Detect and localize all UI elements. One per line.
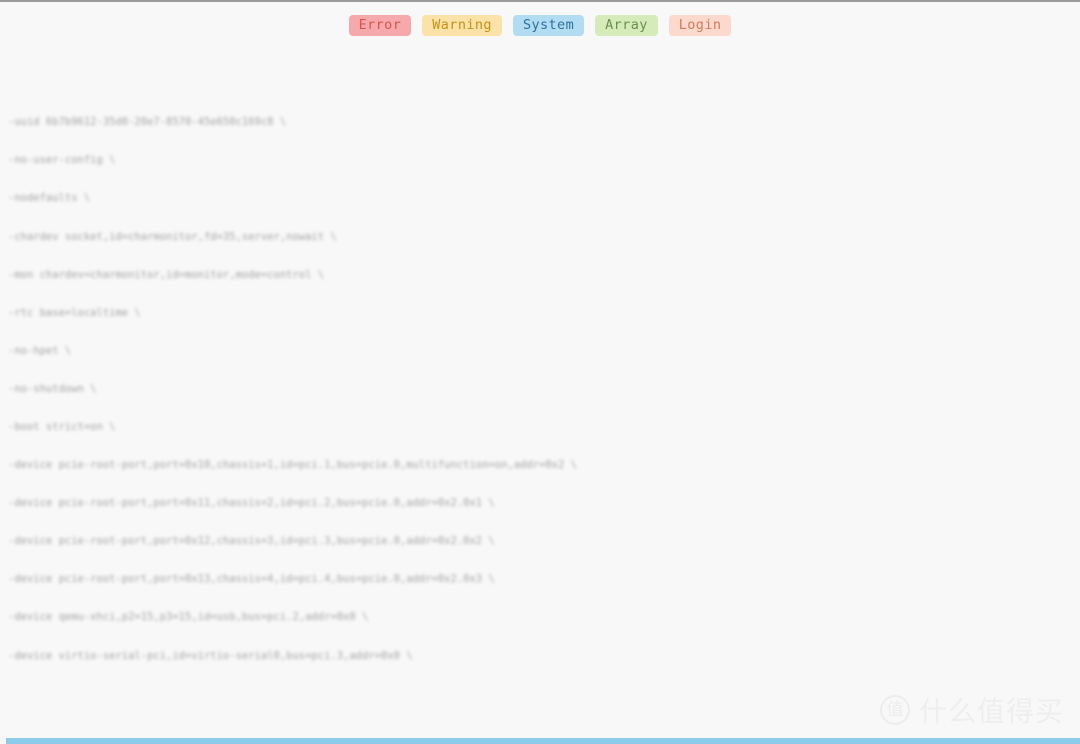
filter-badge-array[interactable]: Array — [595, 15, 658, 36]
log-line: -no-hpet \ — [8, 344, 72, 357]
watermark: 值 什么值得买 — [879, 690, 1064, 730]
log-line: -device qemu-xhci,p2=15,p3=15,id=usb,bus… — [8, 611, 369, 624]
log-line: -device pcie-root-port,port=0x10,chassis… — [8, 459, 577, 472]
log-line: -device pcie-root-port,port=0x13,chassis… — [8, 573, 495, 586]
filter-badge-system[interactable]: System — [512, 15, 585, 36]
log-highlight-block-1[interactable]: -blockdev {"driver":"file","filename":"/… — [6, 738, 1080, 744]
watermark-text: 什么值得买 — [918, 695, 1064, 728]
log-line: -chardev socket,id=charmonitor,fd=35,ser… — [8, 230, 337, 243]
log-viewer-page: Error Warning System Array Login -uuid 6… — [0, 0, 1080, 744]
log-line: -nodefaults \ — [8, 192, 91, 205]
log-line: -device pcie-root-port,port=0x12,chassis… — [8, 535, 495, 548]
log-line: -device virtio-serial-pci,id=virtio-seri… — [8, 649, 413, 662]
log-line: -no-shutdown \ — [8, 382, 97, 395]
log-section-qemu-args: -uuid 6b7b9612-35d0-20e7-8570-45e650c169… — [6, 91, 1080, 688]
filter-badge-warning[interactable]: Warning — [422, 15, 502, 36]
log-line: -mon chardev=charmonitor,id=monitor,mode… — [8, 268, 325, 281]
log-line: -rtc base=localtime \ — [8, 306, 141, 319]
log-line: -device pcie-root-port,port=0x11,chassis… — [8, 497, 495, 510]
filter-badge-error[interactable]: Error — [348, 15, 412, 36]
log-line: -uuid 6b7b9612-35d0-20e7-8570-45e650c169… — [8, 116, 287, 129]
log-filter-bar: Error Warning System Array Login — [0, 2, 1080, 40]
filter-badge-login[interactable]: Login — [668, 15, 732, 36]
log-output: -uuid 6b7b9612-35d0-20e7-8570-45e650c169… — [0, 40, 1080, 744]
log-line: -no-user-config \ — [8, 154, 116, 167]
watermark-logo-icon: 值 — [879, 695, 910, 725]
log-line: -boot strict=on \ — [8, 420, 116, 433]
